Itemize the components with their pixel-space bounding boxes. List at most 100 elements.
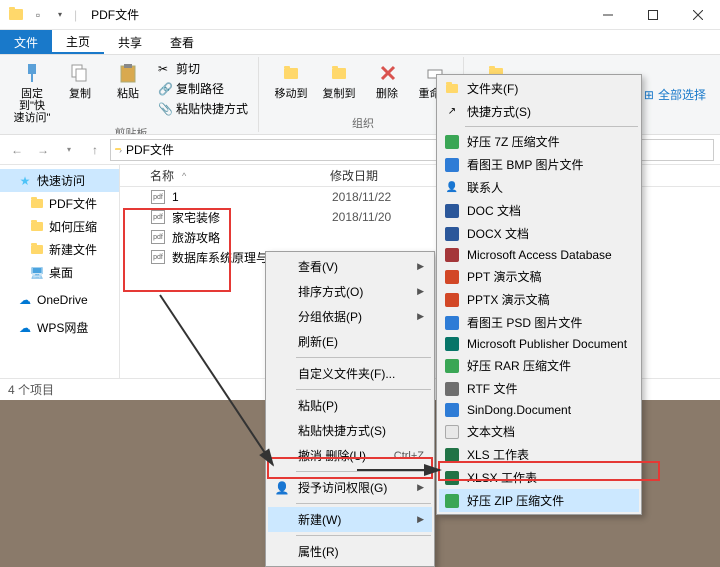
qat-save-icon[interactable]: ▫: [30, 7, 46, 23]
minimize-button[interactable]: [585, 0, 630, 30]
copyto-button[interactable]: 复制到: [317, 57, 361, 100]
sub-xlsx[interactable]: XLSX 工作表: [439, 466, 639, 489]
scissors-icon: ✂: [158, 62, 172, 76]
qat-dropdown-icon[interactable]: ▾: [52, 7, 68, 23]
sub-rar[interactable]: 好压 RAR 压缩文件: [439, 354, 639, 377]
paste-icon: [114, 60, 142, 86]
ctx-customize[interactable]: 自定义文件夹(F)...: [268, 361, 432, 386]
sidebar-item-quickaccess[interactable]: ★快速访问: [0, 169, 119, 192]
sidebar-item-pdf[interactable]: PDF文件: [0, 192, 119, 215]
ctx-sort[interactable]: 排序方式(O)▶: [268, 279, 432, 304]
separator: [296, 389, 431, 390]
sub-doc[interactable]: DOC 文档: [439, 199, 639, 222]
separator: [296, 471, 431, 472]
tab-view[interactable]: 查看: [156, 30, 208, 54]
archive-icon: [444, 493, 460, 509]
ppt-icon: [444, 269, 460, 285]
chevron-up-icon: ^: [182, 171, 186, 181]
nav-forward[interactable]: →: [32, 139, 54, 161]
sidebar-item-onedrive[interactable]: ☁OneDrive: [0, 290, 119, 310]
maximize-button[interactable]: [630, 0, 675, 30]
clipboard-group-label: 剪贴板: [115, 124, 148, 135]
cut-button[interactable]: ✂剪切: [154, 59, 252, 78]
desktop-icon: 🖥: [30, 266, 44, 280]
sidebar-item-wps[interactable]: ☁WPS网盘: [0, 316, 119, 339]
moveto-button[interactable]: 移动到: [269, 57, 313, 100]
folder-icon: [30, 197, 44, 211]
star-icon: ★: [18, 174, 32, 188]
breadcrumb-item[interactable]: PDF文件: [126, 141, 174, 158]
copy-button[interactable]: 复制: [58, 57, 102, 100]
pasteshortcut-button[interactable]: 📎粘贴快捷方式: [154, 99, 252, 118]
sidebar: ★快速访问 PDF文件 如何压缩 新建文件 🖥桌面 ☁OneDrive ☁WPS…: [0, 165, 120, 378]
shortcut-icon: ↗: [444, 104, 460, 120]
nav-back[interactable]: ←: [6, 139, 28, 161]
sub-access[interactable]: Microsoft Access Database: [439, 245, 639, 265]
publisher-icon: [444, 336, 460, 352]
ribbon-tabs: 文件 主页 共享 查看: [0, 30, 720, 55]
sub-ppt[interactable]: PPT 演示文稿: [439, 265, 639, 288]
tab-file[interactable]: 文件: [0, 30, 52, 54]
ctx-new[interactable]: 新建(W)▶: [268, 507, 432, 532]
ctx-pasteshortcut[interactable]: 粘贴快捷方式(S): [268, 418, 432, 443]
sub-sindong[interactable]: SinDong.Document: [439, 400, 639, 420]
pdf-icon: pdf: [150, 189, 166, 205]
pin-quickaccess-button[interactable]: 固定到"快 速访问": [10, 57, 54, 124]
col-date[interactable]: 修改日期: [330, 167, 378, 184]
sidebar-item-newfolder[interactable]: 新建文件: [0, 238, 119, 261]
cloud-icon: ☁: [18, 321, 32, 335]
ctx-group[interactable]: 分组依据(P)▶: [268, 304, 432, 329]
archive-icon: [444, 358, 460, 374]
folder-icon: [30, 243, 44, 257]
xls-icon: [444, 447, 460, 463]
qat-divider: |: [74, 8, 77, 22]
sub-docx[interactable]: DOCX 文档: [439, 222, 639, 245]
sub-pptx[interactable]: PPTX 演示文稿: [439, 288, 639, 311]
separator: [296, 535, 431, 536]
nav-up[interactable]: ↑: [84, 139, 106, 161]
ctx-view[interactable]: 查看(V)▶: [268, 254, 432, 279]
ctx-properties[interactable]: 属性(R): [268, 539, 432, 564]
chevron-right-icon: ▶: [397, 482, 424, 493]
ctx-paste[interactable]: 粘贴(P): [268, 393, 432, 418]
sub-7z[interactable]: 好压 7Z 压缩文件: [439, 130, 639, 153]
paste-button[interactable]: 粘贴: [106, 57, 150, 100]
sub-contact[interactable]: 👤联系人: [439, 176, 639, 199]
chevron-right-icon: ▶: [397, 261, 424, 272]
ctx-undo[interactable]: 撤消 删除(U)Ctrl+Z: [268, 443, 432, 468]
sub-zip[interactable]: 好压 ZIP 压缩文件: [439, 489, 639, 512]
path-icon: 🔗: [158, 82, 172, 96]
sidebar-item-desktop[interactable]: 🖥桌面: [0, 261, 119, 284]
tab-share[interactable]: 共享: [104, 30, 156, 54]
organize-group-label: 组织: [352, 114, 374, 132]
window-title: PDF文件: [91, 6, 139, 23]
selectall-button[interactable]: ⊞全部选择: [640, 61, 710, 128]
sub-shortcut[interactable]: ↗快捷方式(S): [439, 100, 639, 123]
col-name[interactable]: 名称^: [150, 167, 330, 184]
doc-icon: [444, 203, 460, 219]
sub-rtf[interactable]: RTF 文件: [439, 377, 639, 400]
close-button[interactable]: [675, 0, 720, 30]
ctx-refresh[interactable]: 刷新(E): [268, 329, 432, 354]
nav-history-dropdown[interactable]: ▾: [58, 139, 80, 161]
sub-txt[interactable]: 文本文档: [439, 420, 639, 443]
sub-xls[interactable]: XLS 工作表: [439, 443, 639, 466]
pdf-icon: pdf: [150, 209, 166, 225]
delete-button[interactable]: 删除: [365, 57, 409, 100]
chevron-right-icon: ▶: [397, 286, 424, 297]
archive-icon: [444, 134, 460, 150]
copypath-button[interactable]: 🔗复制路径: [154, 79, 252, 98]
xlsx-icon: [444, 470, 460, 486]
copyto-icon: [325, 60, 353, 86]
sub-folder[interactable]: 文件夹(F): [439, 77, 639, 100]
chevron-right-icon: ›: [119, 145, 122, 155]
contact-icon: 👤: [444, 180, 460, 196]
sidebar-item-compress[interactable]: 如何压缩: [0, 215, 119, 238]
sub-psd[interactable]: 看图王 PSD 图片文件: [439, 311, 639, 334]
pdf-icon: pdf: [150, 229, 166, 245]
ctx-grant[interactable]: 👤授予访问权限(G)▶: [268, 475, 432, 500]
tab-home[interactable]: 主页: [52, 30, 104, 54]
copy-icon: [66, 60, 94, 86]
sub-bmp[interactable]: 看图王 BMP 图片文件: [439, 153, 639, 176]
sub-publisher[interactable]: Microsoft Publisher Document: [439, 334, 639, 354]
